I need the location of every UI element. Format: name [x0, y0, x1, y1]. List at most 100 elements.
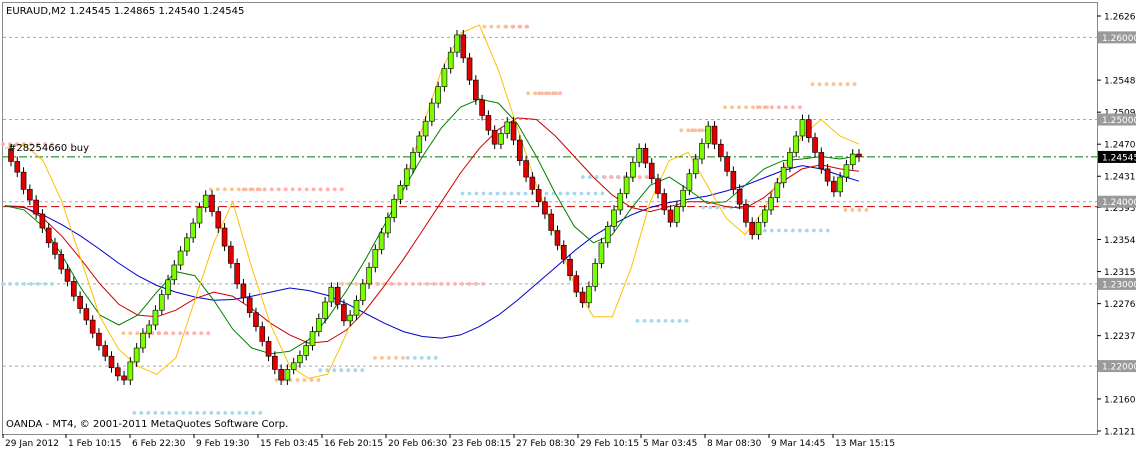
candle-body — [542, 201, 548, 215]
level-dot — [394, 355, 398, 360]
candle-body — [171, 264, 178, 281]
y-tick-label: 1.22760 — [1104, 300, 1136, 310]
level-dot — [332, 187, 337, 192]
level-dot — [864, 208, 869, 212]
candle-body — [20, 171, 27, 190]
candle-body — [309, 331, 316, 346]
candle-body — [529, 176, 536, 190]
candle-body — [196, 207, 203, 224]
level-dot — [222, 187, 227, 192]
candle-body — [516, 139, 523, 161]
price-chart[interactable]: 1.262601.254801.250901.247001.243101.239… — [0, 0, 1136, 451]
candle-body — [837, 176, 843, 193]
level-dot — [831, 82, 836, 87]
candle-body — [642, 148, 649, 164]
level-dot — [558, 91, 562, 96]
candle-body — [253, 312, 259, 327]
candle-body — [410, 152, 416, 170]
candle-body — [290, 362, 297, 370]
candle-body — [114, 367, 121, 377]
level-dot — [325, 187, 330, 192]
x-tick-label: 16 Feb 20:15 — [324, 439, 383, 449]
candle-body — [297, 355, 303, 364]
candle-body — [485, 115, 492, 131]
level-dot — [8, 282, 12, 286]
y-tick-label: 1.23540 — [1104, 236, 1136, 246]
symbol-info: EURAUD,M2 1.24545 1.24865 1.24540 1.2454… — [6, 6, 244, 17]
candle-body — [278, 369, 284, 381]
level-dot — [309, 378, 314, 382]
level-dot — [481, 282, 485, 286]
level-dot — [215, 187, 220, 192]
level-dot — [586, 191, 591, 196]
level-dot — [715, 205, 720, 210]
level-dot — [248, 187, 253, 192]
level-dot — [269, 187, 274, 192]
candle-body — [58, 254, 65, 270]
candle-body — [787, 152, 793, 168]
y-tick-label: 1.21210 — [1104, 428, 1136, 438]
candle-body — [749, 221, 756, 235]
level-dot — [637, 175, 642, 179]
y-tick-label: 1.21600 — [1104, 395, 1136, 405]
candle-body — [460, 34, 467, 59]
level-dot — [482, 24, 487, 29]
candle-body — [328, 286, 335, 303]
level-dot — [354, 282, 359, 286]
candle-body — [184, 237, 190, 252]
candle-body — [491, 129, 498, 145]
level-dot — [171, 331, 176, 336]
candle-body — [523, 160, 529, 178]
level-dot — [797, 228, 802, 233]
candle-body — [33, 199, 39, 215]
level-dot — [251, 411, 256, 415]
level-dot — [602, 175, 607, 179]
x-tick-label: 29 Feb 10:15 — [580, 439, 639, 449]
level-dot — [185, 331, 190, 336]
level-dot — [128, 331, 133, 336]
level-dot — [244, 411, 249, 415]
level-dot — [132, 411, 137, 415]
level-dot — [518, 24, 523, 29]
level-dot — [686, 128, 691, 133]
candle-body — [554, 230, 561, 246]
level-dot — [824, 82, 829, 87]
x-tick-label: 20 Feb 06:30 — [388, 439, 447, 449]
level-dot — [488, 191, 493, 196]
level-dot — [609, 175, 614, 179]
level-dot — [418, 282, 422, 286]
x-tick-label: 5 Mar 03:45 — [643, 439, 697, 449]
y-tick-label: 1.23150 — [1104, 268, 1136, 278]
candle-body — [158, 294, 165, 311]
level-dot — [195, 411, 200, 415]
level-dot — [178, 331, 183, 336]
level-dot — [390, 282, 394, 286]
level-dot — [580, 175, 585, 179]
candle-body — [611, 209, 617, 227]
candle-body — [818, 152, 825, 170]
level-dot — [481, 191, 486, 196]
level-dot — [474, 191, 479, 196]
candle-body — [699, 143, 705, 160]
level-dot — [850, 208, 855, 212]
candle-body — [736, 189, 743, 205]
candle-body — [761, 209, 768, 223]
level-dot — [460, 191, 465, 196]
candle-body — [435, 86, 441, 104]
level-dot — [642, 318, 647, 323]
candle-body — [177, 250, 184, 266]
level-dot — [684, 318, 689, 323]
candle-body — [674, 206, 680, 223]
level-dot — [297, 187, 302, 192]
candle-body — [548, 213, 555, 231]
level-dot — [818, 228, 823, 233]
y-tick-label: 1.24310 — [1104, 173, 1136, 183]
candle-body — [108, 355, 115, 369]
candle-body — [71, 281, 77, 297]
candle-body — [711, 125, 718, 145]
level-dot — [845, 82, 850, 87]
candle-body — [234, 263, 240, 285]
candle-body — [692, 158, 699, 175]
level-dot — [523, 191, 528, 196]
level-dot — [533, 91, 538, 96]
